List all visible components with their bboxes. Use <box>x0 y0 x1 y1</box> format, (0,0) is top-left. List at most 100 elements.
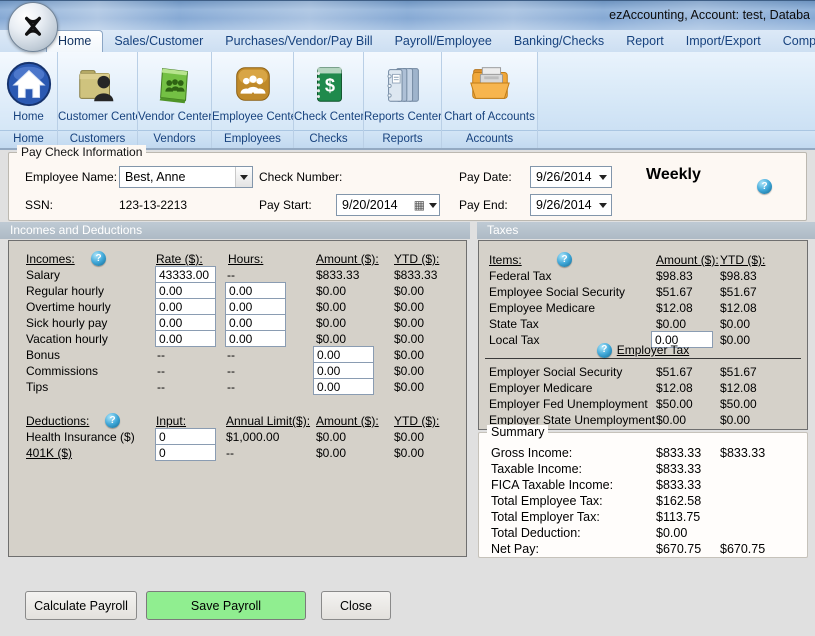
vacation-hours-input[interactable] <box>225 330 286 347</box>
income-hours: -- <box>227 267 235 283</box>
help-icon[interactable]: ? <box>91 251 106 266</box>
tax-ytd: $0.00 <box>720 316 750 332</box>
hours-header: Hours: <box>228 251 263 267</box>
tab-banking-checks[interactable]: Banking/Checks <box>503 31 615 52</box>
help-icon[interactable]: ? <box>557 252 572 267</box>
chevron-down-icon[interactable] <box>594 195 611 215</box>
toolbar-button-check-center[interactable]: $ Check Center Checks <box>294 52 364 148</box>
tax-amount: $12.08 <box>656 300 693 316</box>
tax-ytd: $12.08 <box>720 300 757 316</box>
toolbar-button-employee-center[interactable]: Employee Center Employees <box>212 52 294 148</box>
toolbar-label: Check Center <box>294 111 363 129</box>
deduction-limit: $1,000.00 <box>226 429 279 445</box>
summary-label: Net Pay: <box>491 541 539 557</box>
401k-input[interactable] <box>155 444 216 461</box>
tax-amount: $51.67 <box>656 364 693 380</box>
save-payroll-button[interactable]: Save Payroll <box>146 591 306 620</box>
tax-row-employee-medicare: Employee Medicare $12.08 $12.08 <box>479 300 807 316</box>
sick-rate-input[interactable] <box>155 314 216 331</box>
summary-amount: $833.33 <box>656 461 701 477</box>
calculate-payroll-button[interactable]: Calculate Payroll <box>25 591 137 620</box>
toolbar-group-label[interactable]: Reports <box>364 130 441 148</box>
income-ytd: $0.00 <box>394 331 424 347</box>
help-icon[interactable]: ? <box>757 179 772 194</box>
toolbar: Home Home Customer Center Customers <box>0 52 815 150</box>
deduction-401k-link[interactable]: 401K ($) <box>26 445 72 461</box>
tab-import-export[interactable]: Import/Export <box>675 31 772 52</box>
chevron-down-icon[interactable] <box>235 167 252 187</box>
accounts-folder-icon <box>442 52 537 111</box>
ytd-header: YTD ($): <box>394 413 439 429</box>
pay-start-value: 9/20/2014 <box>337 198 414 212</box>
summary-row-gross: Gross Income: $833.33 $833.33 <box>479 445 807 461</box>
incomes-deductions-panel: Incomes: ? Rate ($): Hours: Amount ($): … <box>8 240 467 557</box>
help-icon[interactable]: ? <box>597 343 612 358</box>
help-icon[interactable]: ? <box>105 413 120 428</box>
toolbar-button-customer-center[interactable]: Customer Center Customers <box>58 52 138 148</box>
annual-limit-header: Annual Limit($): <box>226 413 310 429</box>
toolbar-button-home[interactable]: Home Home <box>0 52 58 148</box>
toolbar-label: Customer Center <box>58 111 137 129</box>
income-amount: $0.00 <box>316 299 346 315</box>
income-rate: -- <box>157 347 165 363</box>
toolbar-group-label[interactable]: Checks <box>294 130 363 148</box>
toolbar-button-vendor-center[interactable]: Vendor Center Vendors <box>138 52 212 148</box>
health-insurance-input[interactable] <box>155 428 216 445</box>
vacation-rate-input[interactable] <box>155 330 216 347</box>
deduction-row-health-insurance: Health Insurance ($) $1,000.00 $0.00 $0.… <box>9 429 466 445</box>
salary-rate-input[interactable] <box>155 266 216 283</box>
taxes-section-header: Taxes <box>477 222 815 239</box>
deduction-amount: $0.00 <box>316 429 346 445</box>
tips-amount-input[interactable] <box>313 378 374 395</box>
sick-hours-input[interactable] <box>225 314 286 331</box>
regular-hours-input[interactable] <box>225 282 286 299</box>
close-button[interactable]: Close <box>321 591 391 620</box>
pay-start-datepicker[interactable]: 9/20/2014 ▦ <box>336 194 440 216</box>
chevron-down-icon[interactable] <box>426 195 439 215</box>
report-binders-icon <box>364 52 441 111</box>
rate-header: Rate ($): <box>156 251 203 267</box>
summary-amount: $113.75 <box>656 509 700 525</box>
income-hours: -- <box>227 363 235 379</box>
toolbar-button-reports-center[interactable]: Reports Center Reports <box>364 52 442 148</box>
toolbar-group-label[interactable]: Vendors <box>138 130 211 148</box>
toolbar-group-label[interactable]: Accounts <box>442 130 537 148</box>
overtime-rate-input[interactable] <box>155 298 216 315</box>
income-amount: $0.00 <box>316 283 346 299</box>
employee-name-dropdown[interactable]: Best, Anne <box>119 166 253 188</box>
incomes-section-header: Incomes and Deductions <box>0 222 470 239</box>
ez-logo-icon <box>16 10 50 44</box>
amount-header: Amount ($): <box>316 413 379 429</box>
employee-badge-icon <box>212 52 293 111</box>
summary-row-total-deduction: Total Deduction: $0.00 <box>479 525 807 541</box>
input-header: Input: <box>156 413 186 429</box>
checkbook-icon: $ <box>294 52 363 111</box>
tab-payroll-employee[interactable]: Payroll/Employee <box>384 31 503 52</box>
calendar-icon[interactable]: ▦ <box>414 198 425 212</box>
employee-name-value: Best, Anne <box>120 170 235 184</box>
overtime-hours-input[interactable] <box>225 298 286 315</box>
summary-amount: $833.33 <box>656 445 701 461</box>
tab-purchases-vendor-pay-bill[interactable]: Purchases/Vendor/Pay Bill <box>214 31 383 52</box>
check-number-label: Check Number: <box>259 170 342 184</box>
tab-report[interactable]: Report <box>615 31 675 52</box>
tab-sales-customer[interactable]: Sales/Customer <box>103 31 214 52</box>
income-label: Salary <box>26 267 60 283</box>
chevron-down-icon[interactable] <box>594 167 611 187</box>
pay-date-dropdown[interactable]: 9/26/2014 <box>530 166 612 188</box>
bonus-amount-input[interactable] <box>313 346 374 363</box>
app-logo-button[interactable] <box>8 2 58 52</box>
tax-label: Employer Fed Unemployment <box>489 396 648 412</box>
amount-header: Amount ($): <box>656 252 719 268</box>
commissions-amount-input[interactable] <box>313 362 374 379</box>
pay-end-dropdown[interactable]: 9/26/2014 <box>530 194 612 216</box>
summary-label: Taxable Income: <box>491 461 582 477</box>
income-amount: $833.33 <box>316 267 359 283</box>
summary-groupbox: Summary Gross Income: $833.33 $833.33 Ta… <box>478 432 808 558</box>
income-ytd: $0.00 <box>394 299 424 315</box>
toolbar-button-chart-of-accounts[interactable]: Chart of Accounts Accounts <box>442 52 538 148</box>
tab-company[interactable]: Company <box>772 31 815 52</box>
toolbar-group-label[interactable]: Employees <box>212 130 293 148</box>
regular-rate-input[interactable] <box>155 282 216 299</box>
deductions-header-row: Deductions: ? Input: Annual Limit($): Am… <box>9 413 466 429</box>
